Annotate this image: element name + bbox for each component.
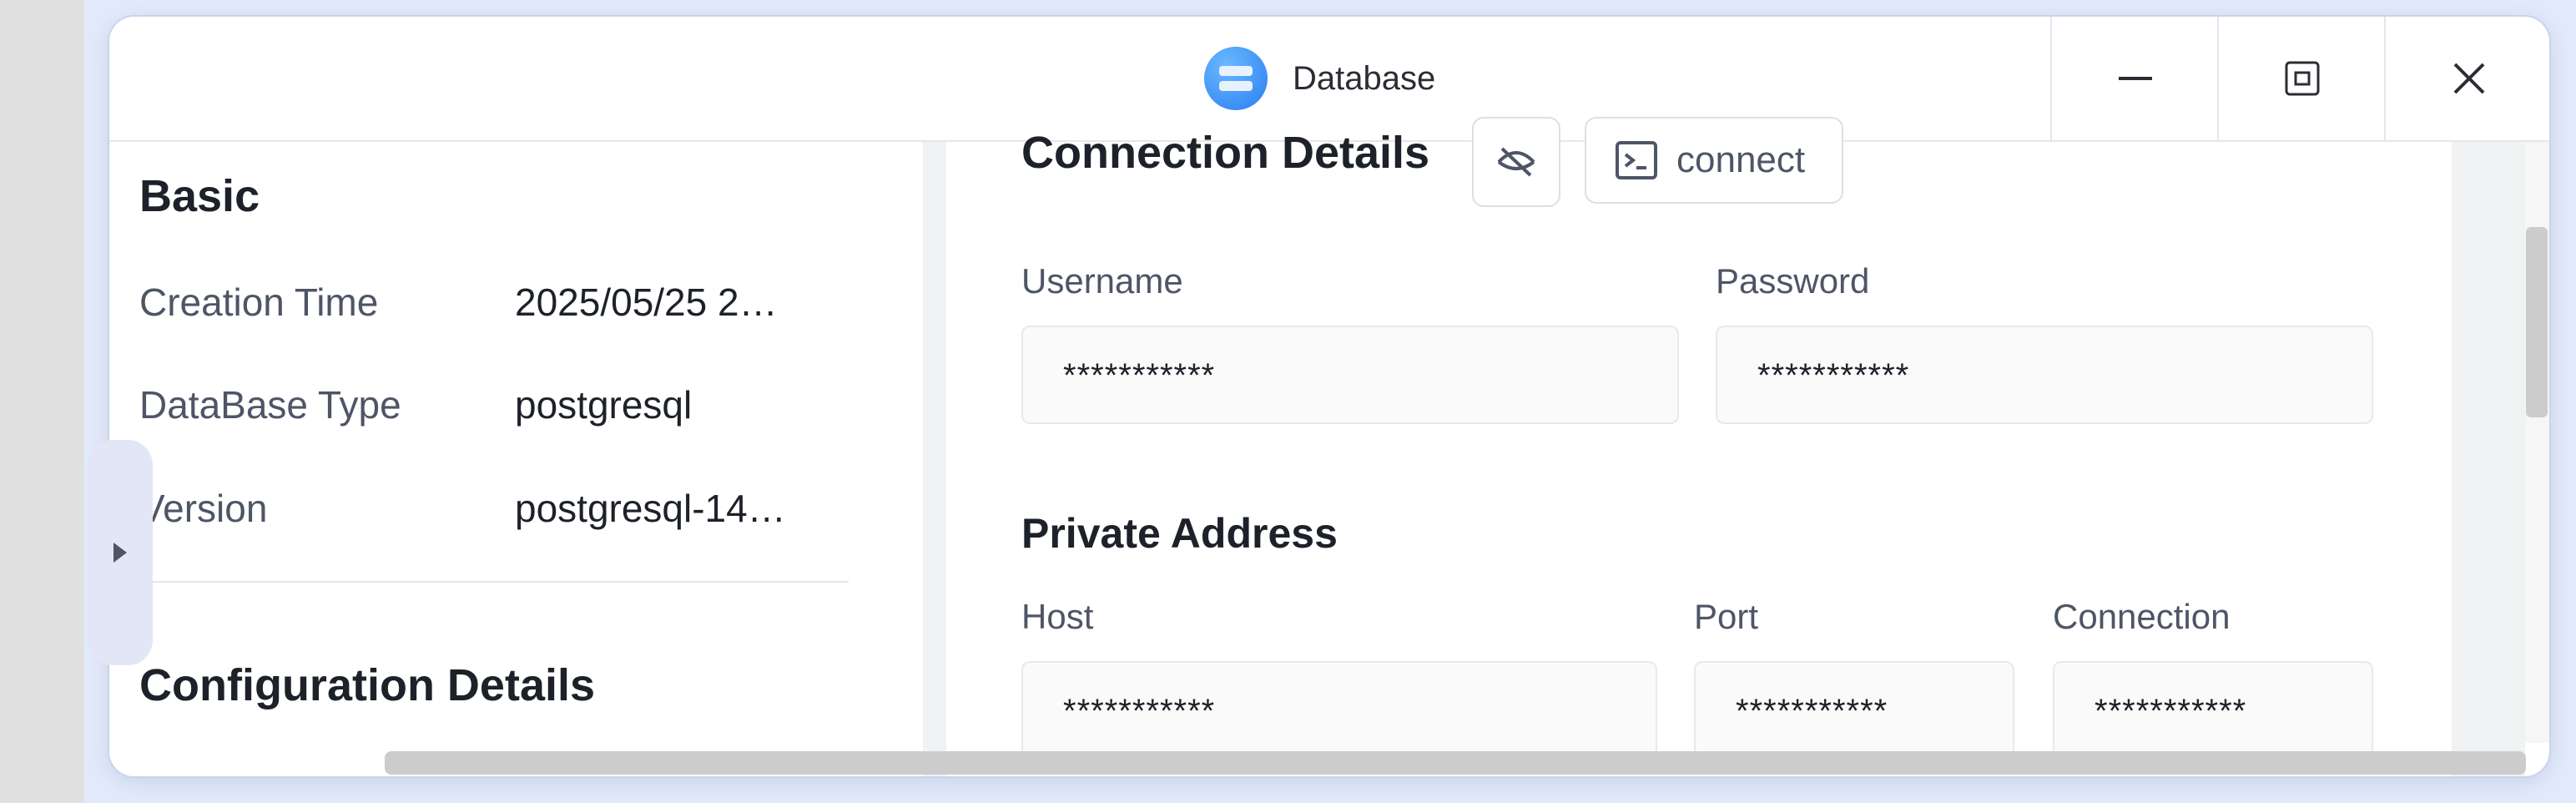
panel-gutter: [923, 142, 946, 776]
private-address-heading: Private Address: [1021, 510, 1338, 557]
port-field[interactable]: ***********: [1694, 661, 2014, 760]
restore-button[interactable]: [2217, 17, 2386, 140]
username-field[interactable]: ***********: [1021, 326, 1679, 424]
username-label: Username: [1021, 261, 1183, 300]
terminal-icon: [1616, 141, 1657, 179]
host-label: Host: [1021, 597, 1094, 636]
window-title-group: Database: [1204, 45, 1435, 112]
horizontal-scrollbar-thumb[interactable]: [385, 751, 2526, 775]
version-label: Version: [139, 487, 268, 530]
creation-time-value: 2025/05/25 2…: [515, 280, 778, 324]
database-icon: [1204, 47, 1268, 110]
restore-icon: [2285, 61, 2320, 96]
port-label: Port: [1694, 597, 1759, 636]
eye-off-icon: [1497, 147, 1535, 177]
toggle-visibility-button[interactable]: [1472, 117, 1560, 207]
database-type-value: postgresql: [515, 383, 693, 427]
basic-info-panel: Basic Creation Time 2025/05/25 2… DataBa…: [109, 142, 923, 776]
database-window: Database Basic Creation Time 2025/05/25 …: [109, 17, 2549, 776]
configuration-details-heading: Configuration Details: [139, 660, 596, 710]
section-divider: [139, 581, 849, 583]
right-gutter: [2452, 142, 2525, 776]
connect-button[interactable]: connect: [1585, 117, 1843, 204]
close-icon: [2453, 63, 2485, 94]
connection-label: Connection: [2053, 597, 2231, 636]
minimize-icon: [2119, 77, 2152, 80]
password-label: Password: [1716, 261, 1870, 300]
desktop-left-rail: [0, 0, 84, 803]
host-field[interactable]: ***********: [1021, 661, 1657, 760]
database-type-label: DataBase Type: [139, 383, 401, 427]
basic-heading: Basic: [139, 171, 260, 221]
caret-right-icon: [113, 543, 127, 563]
password-field[interactable]: ***********: [1716, 326, 2373, 424]
connection-details-panel: Connection Details connect Username ****…: [946, 117, 2452, 776]
title-bar[interactable]: Database: [109, 17, 2549, 142]
connection-details-heading: Connection Details: [1021, 128, 1430, 178]
close-button[interactable]: [2384, 17, 2549, 140]
minimize-button[interactable]: [2050, 17, 2219, 140]
window-title: Database: [1293, 59, 1436, 97]
creation-time-label: Creation Time: [139, 280, 379, 324]
connect-button-label: connect: [1676, 139, 1806, 180]
connection-field[interactable]: ***********: [2053, 661, 2373, 760]
sidebar-collapse-handle[interactable]: [88, 440, 153, 665]
version-value: postgresql-14…: [515, 487, 786, 530]
vertical-scrollbar-thumb[interactable]: [2526, 227, 2548, 417]
